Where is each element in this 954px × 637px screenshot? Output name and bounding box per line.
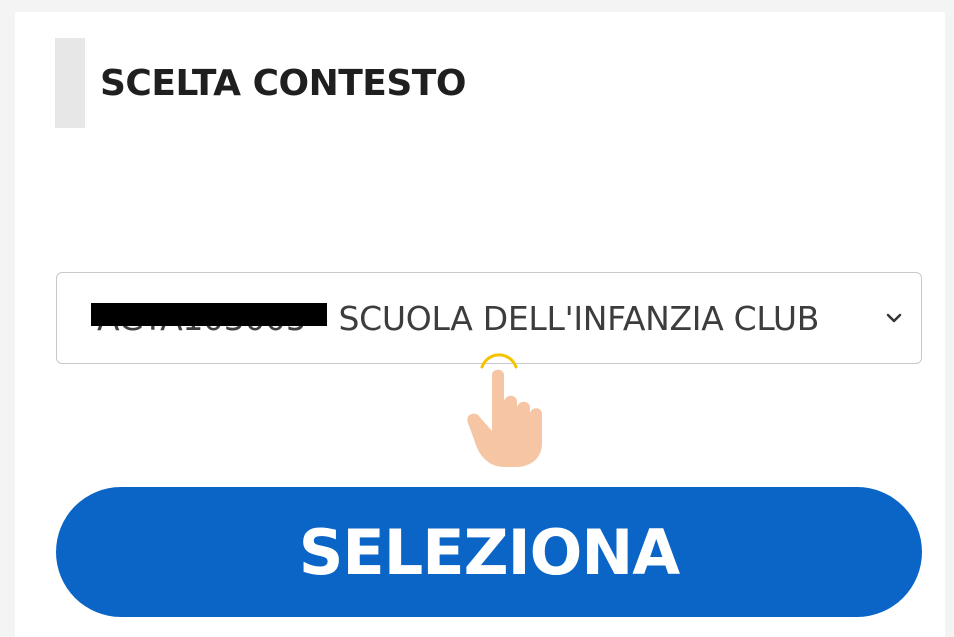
select-button[interactable]: SELEZIONA (56, 487, 922, 617)
page-title: SCELTA CONTESTO (100, 62, 466, 104)
redaction-block (91, 303, 327, 326)
title-accent-bar (55, 38, 85, 128)
tap-hand-icon (467, 353, 542, 467)
select-button-label: SELEZIONA (298, 515, 680, 589)
page-header: SCELTA CONTESTO (55, 38, 466, 128)
chevron-down-icon[interactable] (883, 307, 905, 329)
